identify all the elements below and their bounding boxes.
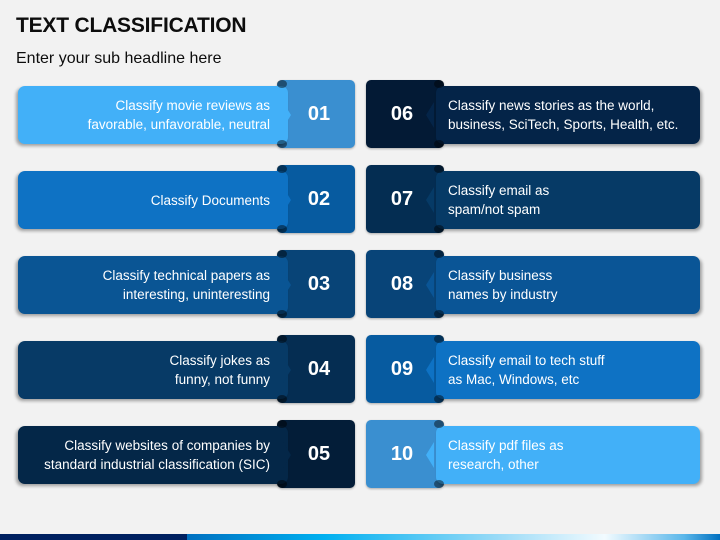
item-number: 04 — [307, 357, 331, 380]
arrow-notch-icon — [283, 442, 291, 468]
ribbon-fold-icon — [434, 165, 444, 233]
arrow-notch-icon — [283, 187, 291, 213]
classification-item-10: 10 Classify pdf files as research, other — [360, 420, 720, 490]
item-banner: Classify business names by industry — [436, 256, 700, 314]
ribbon-fold-icon — [434, 250, 444, 318]
classification-item-05: 05 Classify websites of companies by stan… — [0, 420, 360, 490]
decorative-bottom-bar — [0, 534, 720, 540]
classification-item-03: 03 Classify technical papers as interesti… — [0, 250, 360, 320]
item-number: 06 — [390, 102, 414, 125]
item-number: 05 — [307, 442, 331, 465]
classification-item-01: 01 Classify movie reviews as favorable, u… — [0, 80, 360, 150]
item-number: 08 — [390, 272, 414, 295]
item-text: Classify websites of companies by standa… — [44, 438, 270, 472]
classification-item-08: 08 Classify business names by industry — [360, 250, 720, 320]
item-number: 03 — [307, 272, 331, 295]
item-text: Classify jokes as funny, not funny — [169, 353, 270, 387]
arrow-notch-icon — [426, 187, 434, 213]
item-text: Classify news stories as the world, busi… — [448, 98, 679, 132]
item-banner: Classify movie reviews as favorable, unf… — [18, 86, 288, 144]
classification-item-04: 04 Classify jokes as funny, not funny — [0, 335, 360, 405]
slide-title: TEXT CLASSIFICATION — [16, 14, 247, 37]
item-banner: Classify pdf files as research, other — [436, 426, 700, 484]
arrow-notch-icon — [426, 357, 434, 383]
item-banner: Classify jokes as funny, not funny — [18, 341, 288, 399]
item-number: 09 — [390, 357, 414, 380]
item-number: 01 — [307, 102, 331, 125]
item-banner: Classify websites of companies by standa… — [18, 426, 288, 484]
slide-subtitle: Enter your sub headline here — [16, 50, 222, 67]
classification-item-09: 09 Classify email to tech stuff as Mac, W… — [360, 335, 720, 405]
item-text: Classify movie reviews as favorable, unf… — [87, 98, 270, 132]
arrow-notch-icon — [283, 102, 291, 128]
arrow-notch-icon — [426, 442, 434, 468]
item-banner: Classify Documents — [18, 171, 288, 229]
arrow-notch-icon — [283, 272, 291, 298]
item-banner: Classify email as spam/not spam — [436, 171, 700, 229]
item-text: Classify email to tech stuff as Mac, Win… — [448, 353, 605, 387]
arrow-notch-icon — [426, 102, 434, 128]
classification-item-06: 06 Classify news stories as the world, bu… — [360, 80, 720, 150]
item-text: Classify Documents — [150, 192, 270, 208]
item-text: Classify business names by industry — [448, 268, 558, 302]
item-number: 10 — [390, 442, 414, 465]
item-number: 07 — [390, 187, 414, 210]
item-banner: Classify news stories as the world, busi… — [436, 86, 700, 144]
classification-item-02: 02 Classify Documents — [0, 165, 360, 235]
arrow-notch-icon — [283, 357, 291, 383]
item-number: 02 — [307, 187, 331, 210]
item-banner: Classify technical papers as interesting… — [18, 256, 288, 314]
item-text: Classify email as spam/not spam — [448, 183, 550, 217]
classification-item-07: 07 Classify email as spam/not spam — [360, 165, 720, 235]
ribbon-fold-icon — [434, 420, 444, 488]
item-banner: Classify email to tech stuff as Mac, Win… — [436, 341, 700, 399]
item-text: Classify technical papers as interesting… — [102, 268, 270, 302]
item-text: Classify pdf files as research, other — [448, 438, 564, 472]
ribbon-fold-icon — [434, 335, 444, 403]
ribbon-fold-icon — [434, 80, 444, 148]
arrow-notch-icon — [426, 272, 434, 298]
